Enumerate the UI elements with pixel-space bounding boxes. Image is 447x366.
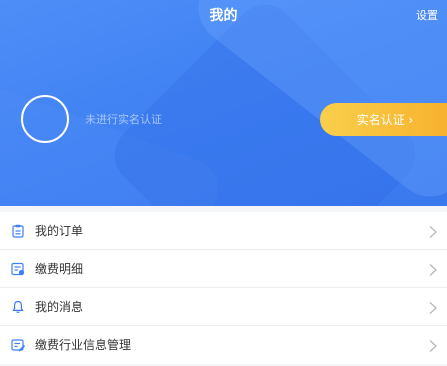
payment-detail-icon — [11, 262, 25, 276]
settings-button[interactable]: 设置 — [416, 8, 438, 24]
real-name-verify-button[interactable]: 实名认证 › — [320, 103, 447, 136]
menu-item-label: 我的订单 — [35, 223, 84, 238]
menu-item-label: 缴费行业信息管理 — [35, 338, 132, 352]
order-clipboard-icon — [11, 224, 25, 238]
profile-header: 我的 设置 未进行实名认证 实名认证 › — [0, 0, 447, 206]
menu-list: 我的订单 缴费明细 我的消息 缴费行业信息管理 — [0, 212, 447, 364]
chevron-right-icon — [428, 262, 438, 276]
chevron-right-icon — [428, 338, 438, 352]
chevron-right-icon — [428, 300, 438, 314]
real-name-verify-label: 实名认证 › — [356, 113, 414, 127]
menu-item-my-messages[interactable]: 我的消息 — [0, 288, 447, 326]
bell-icon — [11, 300, 25, 314]
chevron-right-icon — [428, 224, 438, 238]
verify-status-text: 未进行实名认证 — [85, 113, 162, 126]
menu-item-label: 缴费明细 — [35, 261, 84, 276]
industry-info-card-icon — [11, 338, 25, 352]
menu-item-industry-info[interactable]: 缴费行业信息管理 — [0, 326, 447, 364]
page-title: 我的 — [209, 8, 238, 24]
menu-item-label: 我的消息 — [35, 299, 84, 314]
menu-item-payment-details[interactable]: 缴费明细 — [0, 250, 447, 288]
avatar[interactable] — [21, 95, 69, 143]
menu-item-my-orders[interactable]: 我的订单 — [0, 212, 447, 250]
